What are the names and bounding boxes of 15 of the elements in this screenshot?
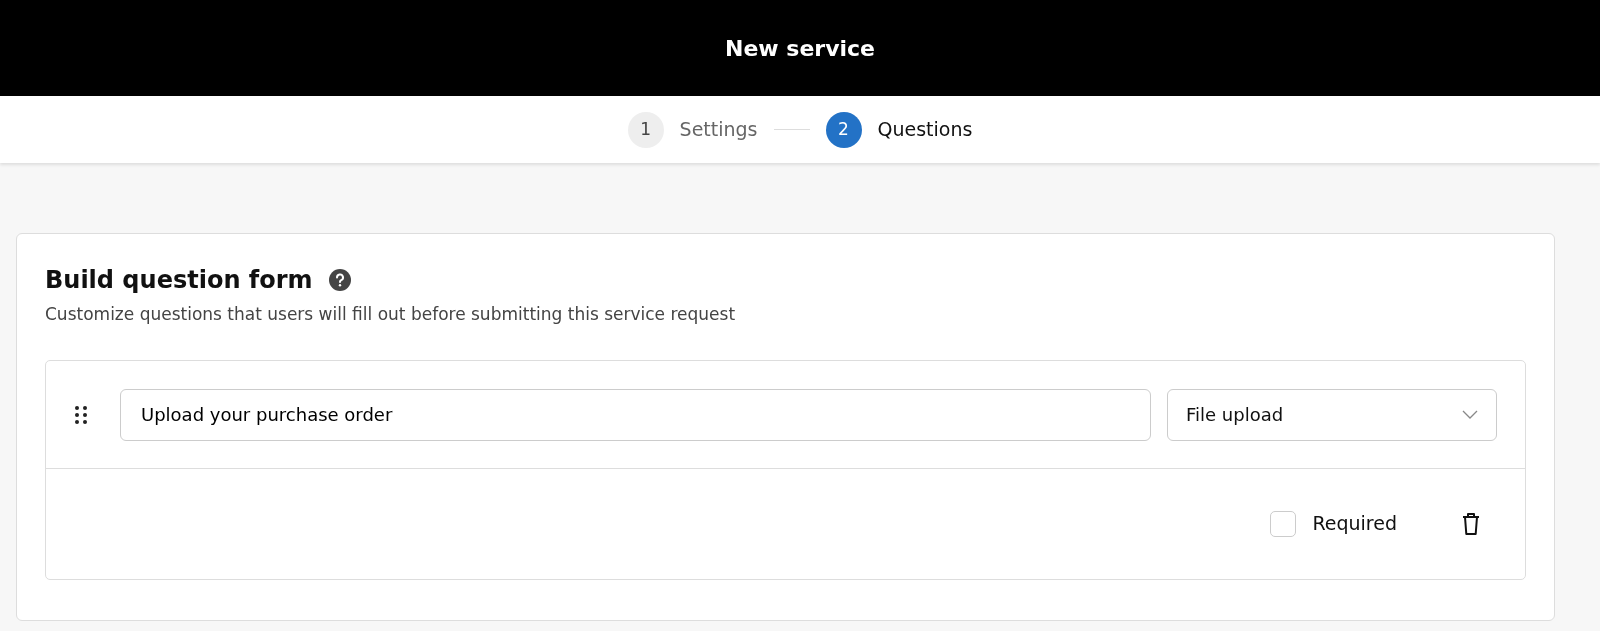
step-number: 2 — [825, 111, 862, 148]
form-title: Build question form — [45, 265, 313, 296]
step-label[interactable]: Settings — [679, 115, 758, 144]
page-title: New service — [725, 34, 875, 63]
help-icon[interactable] — [328, 269, 351, 291]
step-label[interactable]: Questions — [877, 115, 973, 144]
trash-icon[interactable] — [1461, 511, 1481, 536]
question-input[interactable]: Upload your purchase order — [120, 388, 1151, 441]
step-number: 1 — [627, 111, 664, 148]
form-description: Customize questions that users will fill out before submitting this service request — [45, 303, 737, 326]
question-type-select[interactable]: File upload — [1167, 388, 1497, 441]
drag-handle-icon[interactable] — [74, 404, 88, 425]
required-checkbox[interactable] — [1270, 510, 1297, 537]
chevron-down-icon — [1462, 409, 1478, 420]
required-label: Required — [1312, 511, 1397, 537]
